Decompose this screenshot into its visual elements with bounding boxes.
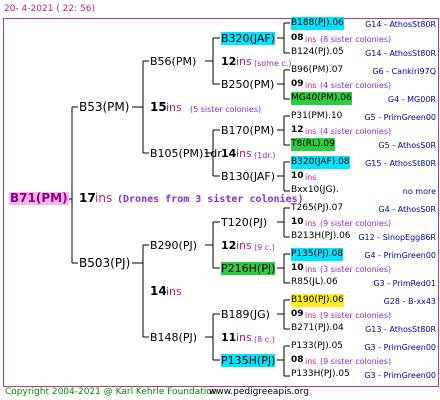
gen4-queen-4[interactable]: B96(PM).07 — [291, 64, 343, 77]
gen2-note-3: (9 c.) — [254, 243, 275, 252]
gen4-note-23: (9 sister colonies) — [320, 357, 392, 366]
gen2-ins-count-2: 14 — [221, 147, 237, 160]
gen4-note-17: (3 sister colonies) — [320, 265, 392, 274]
root-note: (Drones from 3 sister colonies) — [117, 194, 304, 205]
gen4-note-5: (4 sister colonies) — [320, 81, 392, 90]
gen2-ins-count-4: 11 — [221, 331, 237, 344]
gen4-queen-9[interactable]: T8(RL).09 — [291, 138, 335, 151]
gen4-queen-3[interactable]: B124(PJ).05 — [291, 46, 344, 59]
gen2-ins-count-3: 12 — [221, 239, 237, 252]
gen4-note-20: (9 sister colonies) — [320, 311, 392, 320]
root-ins-count: 17 — [79, 191, 96, 205]
gen3-queen-1[interactable]: B320(JAF) — [221, 32, 276, 45]
gen4-ins-label-8: ins — [305, 127, 317, 136]
gen2-queen-1[interactable]: B56(PM) — [150, 55, 196, 68]
gen3-note-1: (some c.) — [254, 59, 292, 68]
gen1-ins-count-2: 14 — [150, 284, 167, 298]
gen4-queen-22[interactable]: P133(PJ).05 — [291, 340, 343, 353]
gen4-origin-3: G14 - AthosSt80R — [365, 49, 436, 58]
gen4-queen-15[interactable]: B213H(PJ).06 — [291, 230, 351, 243]
gen4-queen-12[interactable]: Bxx10(JG). — [291, 184, 339, 197]
gen3-ins-label-1: ins — [236, 55, 252, 68]
gen4-ins-label-5: ins — [305, 81, 317, 90]
gen4-ins-label-11: ins — [305, 173, 317, 182]
gen4-origin-15: G12 - SinopEgg86R — [358, 233, 436, 242]
gen1-ins-label-1: ins — [166, 101, 182, 114]
gen4-ins-count-20: 09 — [291, 309, 304, 319]
gen2-queen-4[interactable]: B148(PJ) — [150, 331, 197, 344]
gen4-origin-16: G4 - PrimGreen00 — [364, 251, 436, 260]
gen4-origin-24: G3 - PrimGreen00 — [364, 371, 436, 380]
gen4-queen-6[interactable]: MG40(PM).06 — [291, 92, 352, 105]
root-queen[interactable]: B71(PM) — [9, 192, 69, 205]
gen4-origin-12: no more — [402, 187, 436, 196]
gen4-ins-count-8: 12 — [291, 125, 304, 135]
gen4-origin-21: G13 - AthosSt80R — [365, 325, 436, 334]
gen4-origin-4: G6 - Cankiri97Q — [372, 67, 436, 76]
gen4-queen-7[interactable]: P31(PM).10 — [291, 110, 342, 123]
root-ins-label: ins — [95, 191, 113, 205]
gen4-queen-16[interactable]: P135(PJ).08 — [291, 248, 344, 261]
gen4-origin-18: G3 - PrimRed01 — [373, 279, 436, 288]
gen4-ins-label-20: ins — [305, 311, 317, 320]
gen4-queen-24[interactable]: P133H(PJ).05 — [291, 368, 350, 381]
gen1-note-1: (5 sister colonies) — [190, 105, 262, 114]
gen4-origin-9: G5 - AthosS0R — [378, 141, 436, 150]
gen4-ins-label-17: ins — [305, 265, 317, 274]
gen3-queen-3[interactable]: B170(PM) — [221, 124, 274, 137]
gen4-note-2: (8 sister colonies) — [320, 35, 392, 44]
gen4-queen-1[interactable]: B188(PJ).06 — [291, 17, 344, 30]
gen3-queen-5[interactable]: T120(PJ) — [221, 216, 267, 229]
gen4-ins-label-2: ins — [305, 35, 317, 44]
gen4-ins-label-14: ins — [305, 219, 317, 228]
gen2-note-4: (8 c.) — [254, 335, 275, 344]
gen2-queen-3[interactable]: B290(PJ) — [150, 239, 197, 252]
gen4-origin-1: G14 - AthosSt80R — [365, 20, 436, 29]
gen3-queen-2[interactable]: B250(PM) — [221, 78, 274, 91]
gen3-queen-8[interactable]: P135H(PJ) — [221, 354, 276, 367]
gen2-ins-label-2: ins — [236, 147, 252, 160]
footer-copyright: Copyright 2004-2021 @ Karl Kehrle Founda… — [5, 387, 218, 397]
gen4-ins-label-23: ins — [305, 357, 317, 366]
gen2-ins-label-4: ins — [236, 331, 252, 344]
gen3-queen-6[interactable]: P216H(PJ) — [221, 262, 276, 275]
gen1-queen-1[interactable]: B53(PM) — [79, 101, 129, 114]
gen3-queen-7[interactable]: B189(JG) — [221, 308, 270, 321]
gen4-note-8: (4 sister colonies) — [320, 127, 392, 136]
gen4-origin-19: G28 - B-xx43 — [383, 297, 436, 306]
gen1-ins-count-1: 15 — [150, 100, 167, 114]
gen4-origin-13: G4 - AthosS0R — [378, 205, 436, 214]
gen4-ins-count-23: 08 — [291, 355, 304, 365]
gen2-queen-2[interactable]: B105(PM)1dr — [150, 147, 222, 160]
gen4-ins-count-5: 09 — [291, 79, 304, 89]
gen4-queen-19[interactable]: B190(PJ).06 — [291, 294, 344, 307]
gen4-ins-count-14: 10 — [291, 217, 304, 227]
gen4-queen-10[interactable]: B320(JAF).08 — [291, 156, 350, 169]
gen3-queen-4[interactable]: B130(JAF) — [221, 170, 275, 183]
gen4-queen-13[interactable]: T265(PJ).07 — [291, 202, 343, 215]
gen4-origin-7: G5 - PrimGreen00 — [364, 113, 436, 122]
gen1-ins-label-2: ins — [166, 285, 182, 298]
gen3-ins-count-1: 12 — [221, 55, 237, 68]
pedigree-chart: 20- 4-2021 ( 22: 56) B71(PM) 17 ins (Dro… — [0, 0, 440, 400]
gen4-ins-count-17: 10 — [291, 263, 304, 273]
gen2-note-2: (1dr.) — [254, 151, 276, 160]
footer-link[interactable]: www.pedigreeapis.org — [209, 386, 309, 399]
gen4-queen-18[interactable]: R85(JL).06 — [291, 276, 338, 289]
gen4-ins-count-11: 10 — [291, 171, 304, 181]
header-date: 20- 4-2021 ( 22: 56) — [4, 4, 95, 14]
gen4-queen-21[interactable]: B271(PJ).04 — [291, 322, 344, 335]
gen4-ins-count-2: 08 — [291, 33, 304, 43]
gen1-queen-2[interactable]: B503(PJ) — [79, 257, 130, 270]
gen2-ins-label-3: ins — [236, 239, 252, 252]
gen4-note-14: (9 sister colonies) — [320, 219, 392, 228]
gen4-origin-6: G4 - MG00R — [387, 95, 436, 104]
gen4-origin-22: G3 - PrimGreen00 — [364, 343, 436, 352]
gen4-origin-10: G15 - AthosSt80R — [365, 159, 436, 168]
